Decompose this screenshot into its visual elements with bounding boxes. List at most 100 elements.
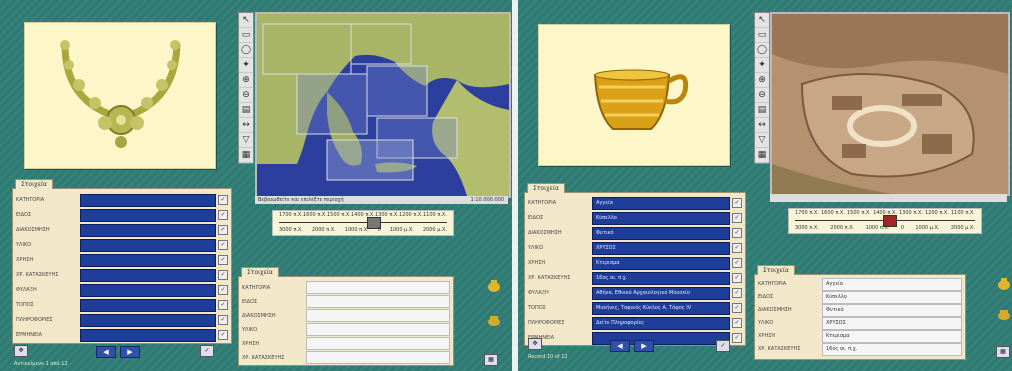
field-value[interactable] (80, 238, 216, 252)
field-check-icon[interactable]: ✓ (218, 195, 228, 205)
field-check-icon[interactable]: ✓ (218, 270, 228, 280)
vase-icon[interactable] (996, 308, 1012, 321)
field-value[interactable]: Αγγεία (822, 277, 962, 291)
timeline-tick-label: 1100 π.Χ. (423, 212, 447, 218)
field-value[interactable]: Κτερισμα (592, 256, 730, 270)
field-value[interactable]: Δείτε Πληροφορίες (592, 316, 730, 330)
record-nav: ◀ ▶ (96, 346, 144, 358)
field-value[interactable]: Κύπελλο (592, 211, 730, 225)
edit-icon[interactable]: ✓ (716, 340, 730, 352)
filter-icon[interactable]: ▽ (755, 133, 769, 148)
field-check-icon[interactable]: ✓ (732, 243, 742, 253)
pin-icon[interactable]: ✦ (755, 58, 769, 73)
field-value[interactable]: 16ος αι. π.χ. (592, 271, 730, 285)
vase-icon[interactable] (486, 314, 502, 327)
field-check-icon[interactable]: ✓ (218, 300, 228, 310)
timeline-slider[interactable]: 1700 π.Χ. 1600 π.Χ. 1500 π.Χ. 1400 π.Χ. 1300… (272, 210, 454, 236)
layers-icon[interactable]: ▤ (755, 103, 769, 118)
field-check-icon[interactable]: ✓ (732, 213, 742, 223)
measure-icon[interactable]: ↔ (755, 118, 769, 133)
filter-icon[interactable]: ▽ (239, 133, 253, 148)
field-value[interactable] (306, 323, 450, 336)
field-value[interactable] (80, 328, 216, 342)
form-row: ΧΡΗΣΗ Κτερισμα (758, 329, 962, 343)
field-check-icon[interactable]: ✓ (732, 303, 742, 313)
field-value[interactable] (306, 281, 450, 294)
field-check-icon[interactable]: ✓ (218, 240, 228, 250)
lasso-icon[interactable]: ◯ (755, 43, 769, 58)
attributes-tab[interactable]: Στοιχεία (15, 179, 53, 189)
form-row: ΔΙΑΚΟΣΜΗΣΗ Φυτικό (758, 303, 962, 317)
field-label: ΚΑΤΗΓΟΡΙΑ (758, 281, 787, 287)
amphora-icon[interactable] (996, 278, 1012, 291)
lasso-icon[interactable]: ◯ (239, 43, 253, 58)
layers-icon[interactable]: ▤ (239, 103, 253, 118)
arrow-icon[interactable]: ↖ (239, 13, 253, 28)
pin-icon[interactable]: ✦ (239, 58, 253, 73)
grid-view-icon[interactable]: ▦ (484, 354, 498, 366)
detail-tab[interactable]: Στοιχεία (241, 267, 279, 277)
field-check-icon[interactable]: ✓ (218, 255, 228, 265)
field-value[interactable]: ΧΡΥΣΟΣ (822, 316, 962, 330)
field-value[interactable]: Κτερισμα (822, 329, 962, 343)
field-check-icon[interactable]: ✓ (218, 285, 228, 295)
field-value[interactable] (306, 295, 450, 308)
attributes-tab[interactable]: Στοιχεία (527, 183, 565, 193)
field-value[interactable] (80, 223, 216, 237)
next-record-button[interactable]: ▶ (120, 346, 140, 358)
grid-view-icon[interactable]: ▦ (996, 346, 1010, 358)
aerial-view-mycenae[interactable] (770, 12, 1010, 196)
field-check-icon[interactable]: ✓ (732, 288, 742, 298)
field-check-icon[interactable]: ✓ (732, 318, 742, 328)
field-value[interactable]: ΧΡΥΣΟΣ (592, 241, 730, 255)
field-value[interactable] (306, 337, 450, 350)
zoom-in-icon[interactable]: ⊕ (239, 73, 253, 88)
field-value[interactable]: Μυκήνες, Ταφικός Κύκλος Α, Τάφος IV (592, 301, 730, 315)
field-value[interactable]: Φυτικό (822, 303, 962, 317)
field-check-icon[interactable]: ✓ (732, 333, 742, 343)
prev-record-button[interactable]: ◀ (96, 346, 116, 358)
field-check-icon[interactable]: ✓ (732, 228, 742, 238)
detail-tab[interactable]: Στοιχεία (757, 265, 795, 275)
field-value[interactable] (80, 298, 216, 312)
field-value[interactable]: 16ος αι. π.χ. (822, 342, 962, 356)
field-value[interactable] (80, 208, 216, 222)
tree-view-icon[interactable]: ✥ (528, 338, 542, 350)
form-row: ΕΙΔΟΣ Κύπελλο ✓ (528, 211, 742, 225)
field-check-icon[interactable]: ✓ (218, 315, 228, 325)
print-icon[interactable]: ▦ (755, 148, 769, 163)
zoom-out-icon[interactable]: ⊖ (239, 88, 253, 103)
timeline-slider[interactable]: 1700 π.Χ. 1600 π.Χ. 1500 π.Χ. 1400 π.Χ. 1300… (788, 208, 982, 234)
field-value[interactable] (80, 193, 216, 207)
field-value[interactable] (306, 309, 450, 322)
map-view-greece[interactable] (255, 12, 511, 198)
field-check-icon[interactable]: ✓ (732, 273, 742, 283)
field-value[interactable]: Φυτικό (592, 226, 730, 240)
status-text: Record 10 of 12 (528, 354, 568, 360)
field-check-icon[interactable]: ✓ (218, 330, 228, 340)
next-record-button[interactable]: ▶ (634, 340, 654, 352)
field-value[interactable] (80, 313, 216, 327)
field-check-icon[interactable]: ✓ (218, 225, 228, 235)
field-value[interactable]: Αγγεία (592, 196, 730, 210)
rect-select-icon[interactable]: ▭ (239, 28, 253, 43)
tree-view-icon[interactable]: ✥ (14, 345, 28, 357)
edit-icon[interactable]: ✓ (200, 345, 214, 357)
field-value[interactable] (80, 283, 216, 297)
measure-icon[interactable]: ↔ (239, 118, 253, 133)
zoom-out-icon[interactable]: ⊖ (755, 88, 769, 103)
amphora-icon[interactable] (486, 280, 502, 293)
field-check-icon[interactable]: ✓ (218, 210, 228, 220)
field-check-icon[interactable]: ✓ (732, 198, 742, 208)
rect-select-icon[interactable]: ▭ (755, 28, 769, 43)
field-value[interactable] (306, 351, 450, 364)
arrow-icon[interactable]: ↖ (755, 13, 769, 28)
zoom-in-icon[interactable]: ⊕ (755, 73, 769, 88)
field-value[interactable]: Αθήνα, Εθνικό Αρχαιολογικό Μουσείο (592, 286, 730, 300)
field-value[interactable] (80, 268, 216, 282)
field-check-icon[interactable]: ✓ (732, 258, 742, 268)
prev-record-button[interactable]: ◀ (610, 340, 630, 352)
field-value[interactable]: Κύπελλο (822, 290, 962, 304)
print-icon[interactable]: ▦ (239, 148, 253, 163)
field-value[interactable] (80, 253, 216, 267)
